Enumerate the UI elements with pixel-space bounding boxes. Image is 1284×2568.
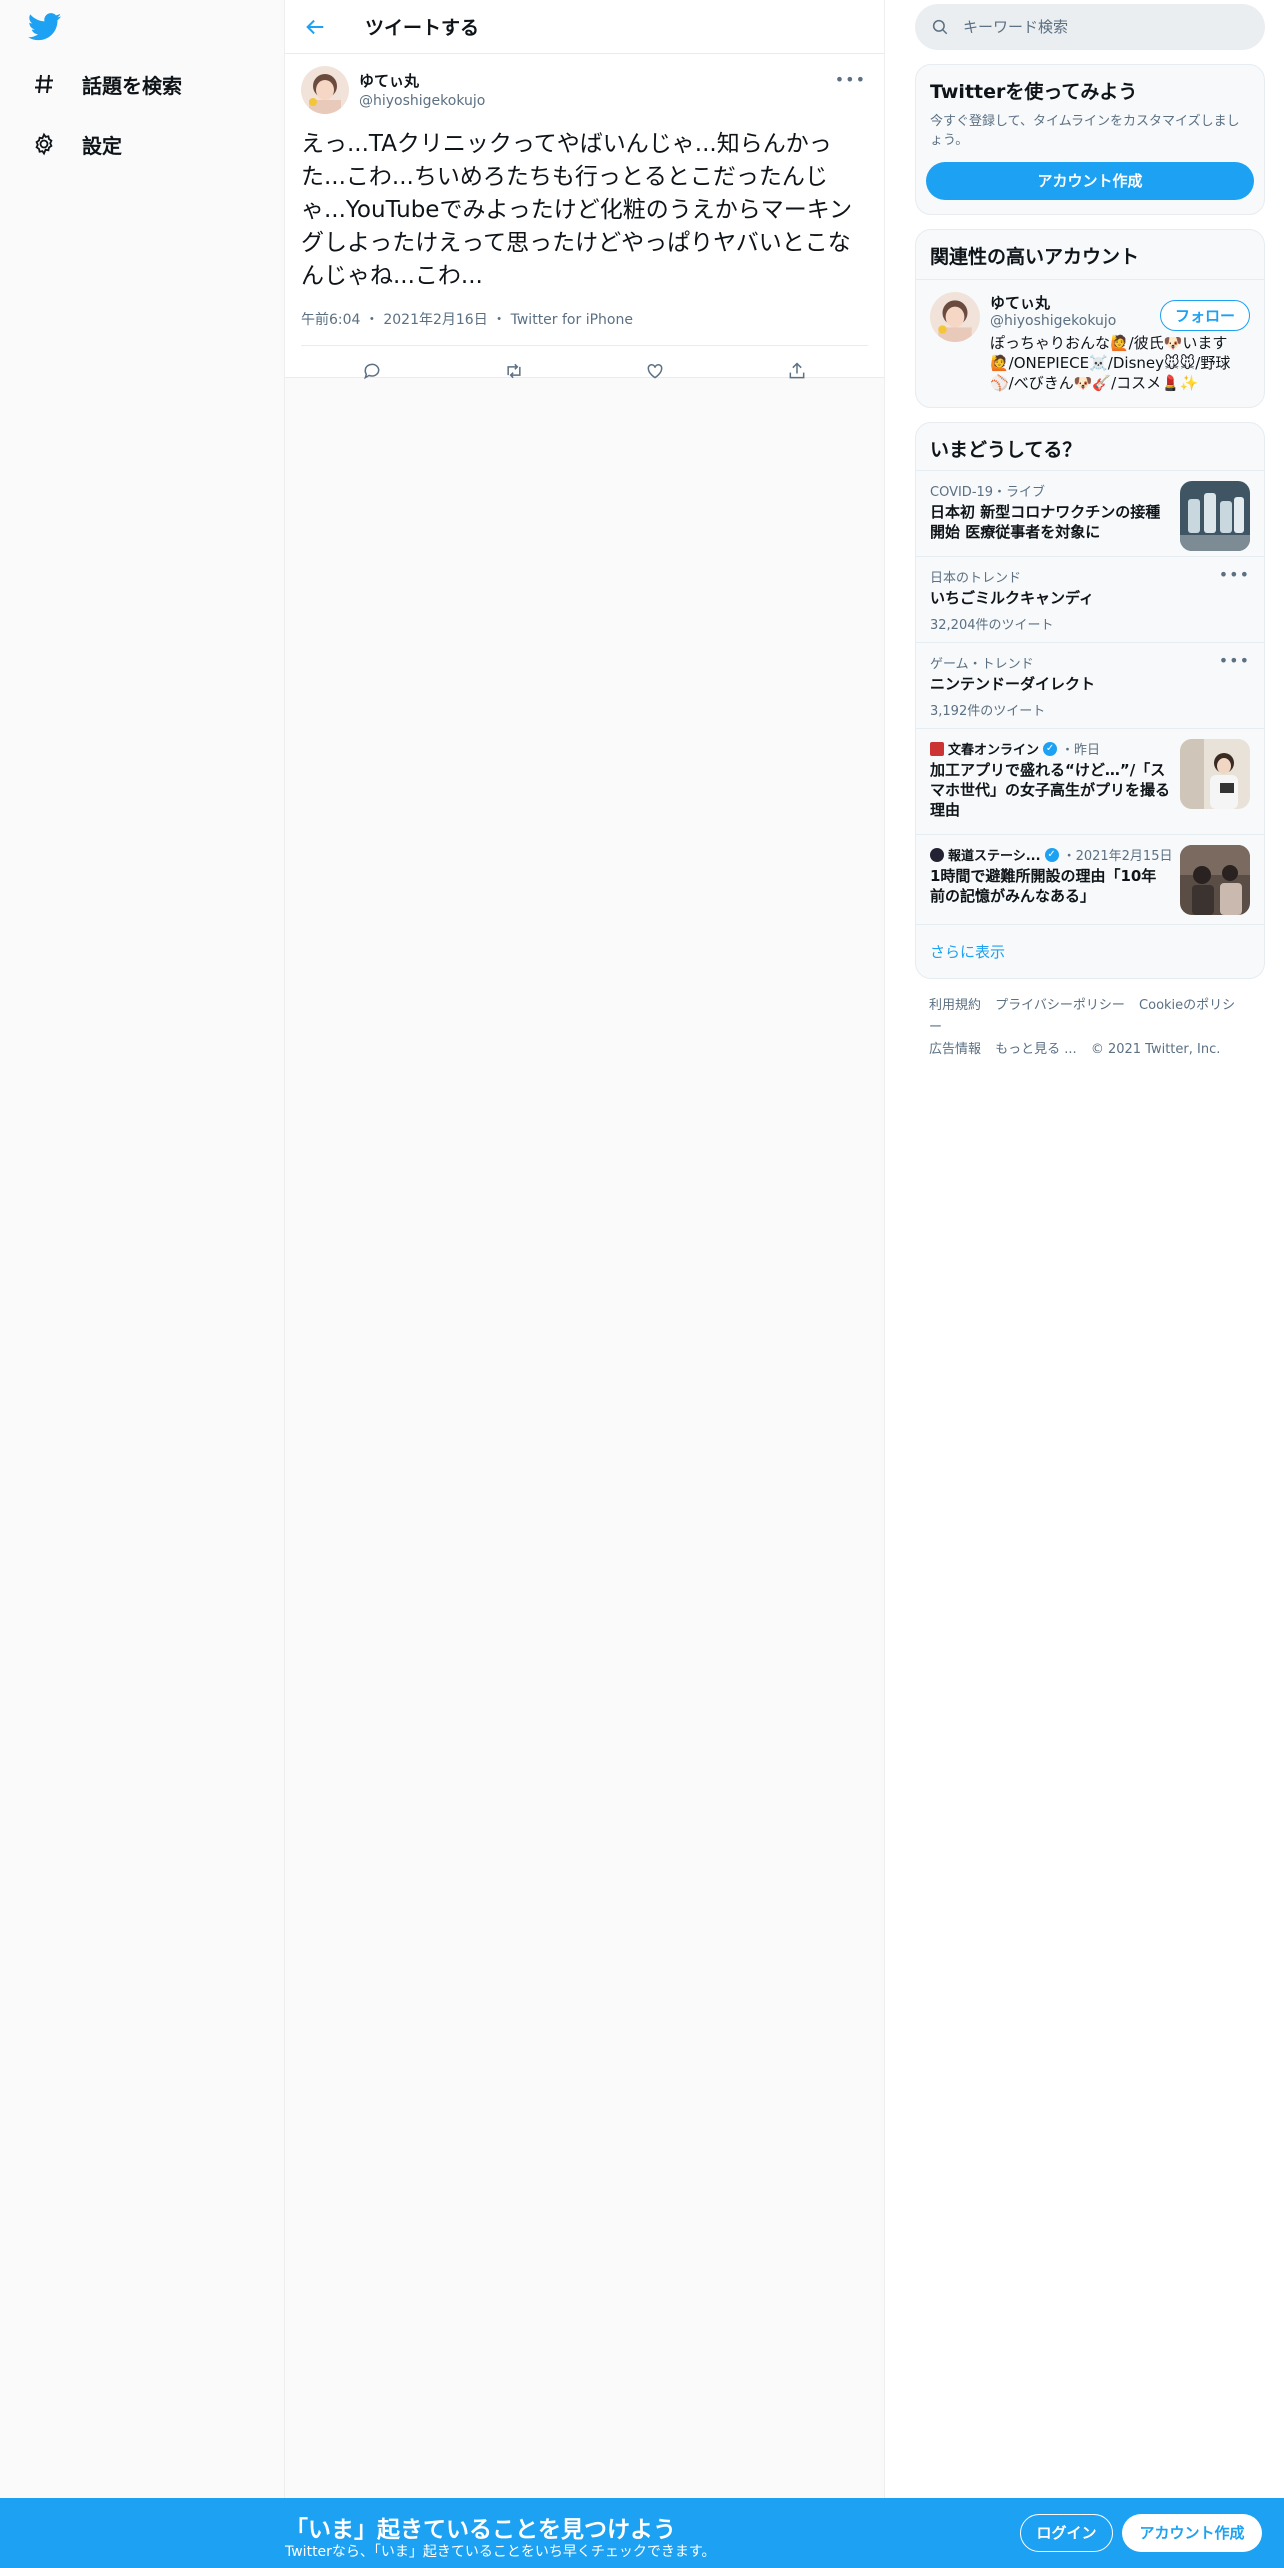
heart-icon [647, 363, 663, 379]
publisher-name: 文春オンライン [948, 743, 1040, 758]
trend-thumbnail [1180, 739, 1250, 809]
trend-item[interactable]: 文春オンライン ✓ ・昨日 加工アプリで盛れる“けど…”/「スマホ世代」の女子高… [916, 728, 1264, 834]
bottom-bar-subtitle: Twitterなら、「いま」起きていることをいち早くチェックできます。 [285, 2544, 716, 2560]
reply-icon [363, 363, 380, 380]
trend-item[interactable]: ゲーム・トレンド ニンテンドーダイレクト 3,192件のツイート ••• [916, 642, 1264, 728]
nav-explore-label: 話題を検索 [82, 73, 182, 98]
main-column: ツイートする ゆてぃ丸 @hiyoshigekokujo ••• えっ...TA… [285, 0, 885, 2568]
trend-title: 1時間で避難所開設の理由「10年前の記憶がみんなある」 [930, 867, 1157, 905]
tweet-source[interactable]: Twitter for iPhone [511, 312, 633, 328]
footer-link[interactable]: もっと見る ... [995, 1042, 1077, 1057]
trend-item[interactable]: COVID-19・ライブ 日本初 新型コロナワクチンの接種開始 医療従事者を対象… [916, 470, 1264, 556]
footer-link[interactable]: プライバシーポリシー [995, 998, 1125, 1013]
bottom-bar-title: 「いま」起きていることを見つけよう [285, 2517, 676, 2543]
trend-meta: ゲーム・トレンド [930, 657, 1034, 672]
like-button[interactable] [635, 351, 675, 391]
bottom-signup-bar: 「いま」起きていることを見つけよう Twitterなら、「いま」起きていることを… [0, 2498, 1284, 2568]
trend-item[interactable]: 報道ステーシ... ✓ ・2021年2月15日 1時間で避難所開設の理由「10年… [916, 834, 1264, 924]
twitter-bird-icon[interactable] [27, 13, 62, 41]
hashtag-icon [28, 68, 60, 100]
trend-title: いちごミルクキャンディ [930, 589, 1094, 607]
login-button[interactable]: ログイン [1020, 2514, 1113, 2552]
page-header: ツイートする [285, 0, 884, 54]
publisher-logo-icon [930, 741, 944, 756]
footer-link[interactable]: 利用規約 [929, 998, 981, 1013]
signup-panel: Twitterを使ってみよう 今すぐ登録して、タイムラインをカスタマイズしましょ… [915, 64, 1265, 215]
trends-title: いまどうしてる？ [930, 439, 1082, 461]
search-input[interactable] [963, 18, 1233, 36]
trend-title: ニンテンドーダイレクト [930, 675, 1096, 693]
trend-count: 3,192件のツイート [930, 704, 1046, 719]
trend-item[interactable]: 日本のトレンド いちごミルクキャンディ 32,204件のツイート ••• [916, 556, 1264, 642]
page-title: ツイートする [365, 17, 480, 39]
separator-dot: ・ [364, 312, 379, 328]
tweet-detail: ゆてぃ丸 @hiyoshigekokujo ••• えっ...TAクリニックって… [285, 54, 884, 380]
related-title: 関連性の高いアカウント [916, 230, 1264, 280]
avatar[interactable] [301, 66, 349, 114]
retweet-button[interactable] [494, 351, 534, 391]
tweet-actions [301, 346, 868, 396]
search-box[interactable] [915, 4, 1265, 50]
author-handle: @hiyoshigekokujo [359, 93, 486, 109]
reply-button[interactable] [352, 351, 392, 391]
separator-dot: ・ [492, 312, 507, 328]
related-accounts-panel: 関連性の高いアカウント ゆてぃ丸 @hiyoshigekokujo ぽっちゃりお… [915, 229, 1265, 408]
tweet-date[interactable]: 2021年2月16日 [383, 312, 487, 328]
nav-settings-label: 設定 [82, 133, 122, 158]
signup-subtitle: 今すぐ登録して、タイムラインをカスタマイズしましょう。 [930, 114, 1240, 148]
retweet-icon [507, 363, 521, 379]
create-account-button[interactable]: アカウント作成 [926, 162, 1254, 200]
signup-title: Twitterを使ってみよう [930, 81, 1138, 103]
share-button[interactable] [777, 351, 817, 391]
left-nav: 話題を検索 設定 [0, 0, 285, 2568]
related-account[interactable]: ゆてぃ丸 @hiyoshigekokujo ぽっちゃりおんな🙋/彼氏🐶います🙋/… [916, 288, 1264, 407]
tweet-author[interactable]: ゆてぃ丸 @hiyoshigekokujo [301, 66, 868, 114]
trend-title: 加工アプリで盛れる“けど…”/「スマホ世代」の女子高生がプリを撮る理由 [930, 761, 1171, 819]
footer: 利用規約 プライバシーポリシー Cookieのポリシー 広告情報 もっと見る .… [915, 979, 1265, 1077]
author-name: ゆてぃ丸 [359, 72, 420, 90]
nav-settings[interactable]: 設定 [28, 128, 122, 160]
trends-panel: いまどうしてる？ COVID-19・ライブ 日本初 新型コロナワクチンの接種開始… [915, 422, 1265, 979]
footer-link[interactable]: 広告情報 [929, 1042, 981, 1057]
signup-button[interactable]: アカウント作成 [1122, 2514, 1262, 2552]
tweet-time[interactable]: 午前6:04 [301, 312, 360, 328]
nav-explore[interactable]: 話題を検索 [28, 68, 182, 100]
share-icon [789, 362, 805, 379]
trend-meta: 日本のトレンド [930, 571, 1022, 586]
gear-icon [28, 128, 60, 160]
tweet-text: えっ...TAクリニックってやばいんじゃ...知らんかった...こわ...ちいめ… [301, 131, 853, 289]
copyright: © 2021 Twitter, Inc. [1090, 1042, 1221, 1057]
related-bio: ぽっちゃりおんな🙋/彼氏🐶います🙋/ONEPIECE☠️/Disney🐭🐭/野球… [990, 334, 1231, 392]
publisher-name: 報道ステーシ... [948, 849, 1041, 864]
verified-badge-icon: ✓ [1043, 741, 1058, 756]
avatar[interactable] [930, 292, 980, 342]
trend-thumbnail [1180, 845, 1250, 915]
more-options-icon[interactable]: ••• [1219, 565, 1250, 584]
trend-title: 日本初 新型コロナワクチンの接種開始 医療従事者を対象に [930, 503, 1161, 541]
back-button[interactable] [295, 7, 335, 47]
verified-badge-icon: ✓ [1044, 847, 1059, 862]
publish-time: ・昨日 [1061, 743, 1101, 758]
trend-thumbnail [1180, 481, 1250, 551]
show-more-link[interactable]: さらに表示 [916, 924, 1264, 978]
publish-time: ・2021年2月15日 [1062, 849, 1173, 864]
right-sidebar: Twitterを使ってみよう 今すぐ登録して、タイムラインをカスタマイズしましょ… [915, 0, 1265, 1077]
tweet-meta: 午前6:04 ・ 2021年2月16日 ・ Twitter for iPhone [301, 309, 868, 346]
more-options-icon[interactable]: ••• [1219, 651, 1250, 670]
arrow-left-icon [306, 19, 324, 34]
follow-button[interactable]: フォロー [1159, 300, 1250, 331]
publisher-logo-icon [930, 847, 944, 862]
search-icon [932, 19, 948, 35]
more-options-icon[interactable]: ••• [835, 70, 866, 89]
trend-count: 32,204件のツイート [930, 618, 1054, 633]
